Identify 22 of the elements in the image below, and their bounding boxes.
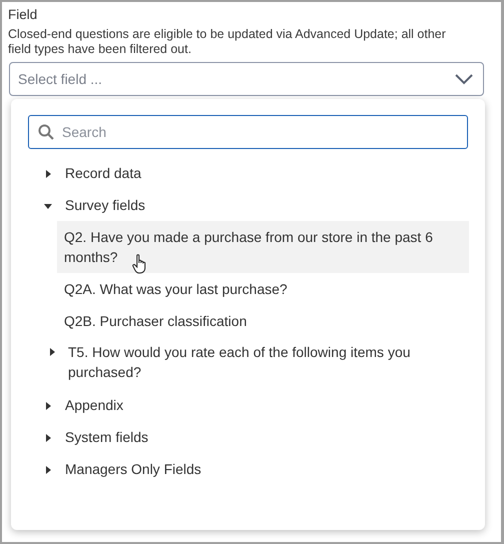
- tree-item[interactable]: T5. How would you rate each of the following items you purchased?: [68, 342, 469, 382]
- search-field[interactable]: Search: [28, 115, 468, 149]
- tree-item[interactable]: Survey fields: [65, 197, 146, 214]
- help-text: Closed-end questions are eligible to be updated via Advanced Update; all other field types have been filtered out.: [8, 27, 447, 57]
- caret-icon[interactable]: [44, 466, 52, 474]
- field-label: Field: [8, 6, 38, 24]
- caret-icon[interactable]: [44, 402, 52, 410]
- caret-icon[interactable]: [44, 434, 52, 442]
- select-field[interactable]: Select field ...: [9, 62, 484, 96]
- hand-cursor-icon: [132, 254, 148, 274]
- caret-icon[interactable]: [44, 170, 52, 178]
- tree-item[interactable]: Managers Only Fields: [65, 461, 202, 478]
- caret-icon[interactable]: [48, 348, 56, 356]
- tree-item[interactable]: System fields: [65, 429, 148, 446]
- tree-item[interactable]: Q2B. Purchaser classification: [57, 305, 469, 337]
- chevron-down-icon: [455, 74, 473, 84]
- tree-item[interactable]: Record data: [65, 165, 142, 182]
- tree-item[interactable]: Appendix: [65, 397, 124, 414]
- tree-item[interactable]: Q2. Have you made a purchase from our store in the past 6 months?: [57, 221, 469, 273]
- caret-icon[interactable]: [44, 202, 52, 210]
- search-icon: [38, 124, 54, 140]
- tree-item[interactable]: Q2A. What was your last purchase?: [57, 273, 469, 305]
